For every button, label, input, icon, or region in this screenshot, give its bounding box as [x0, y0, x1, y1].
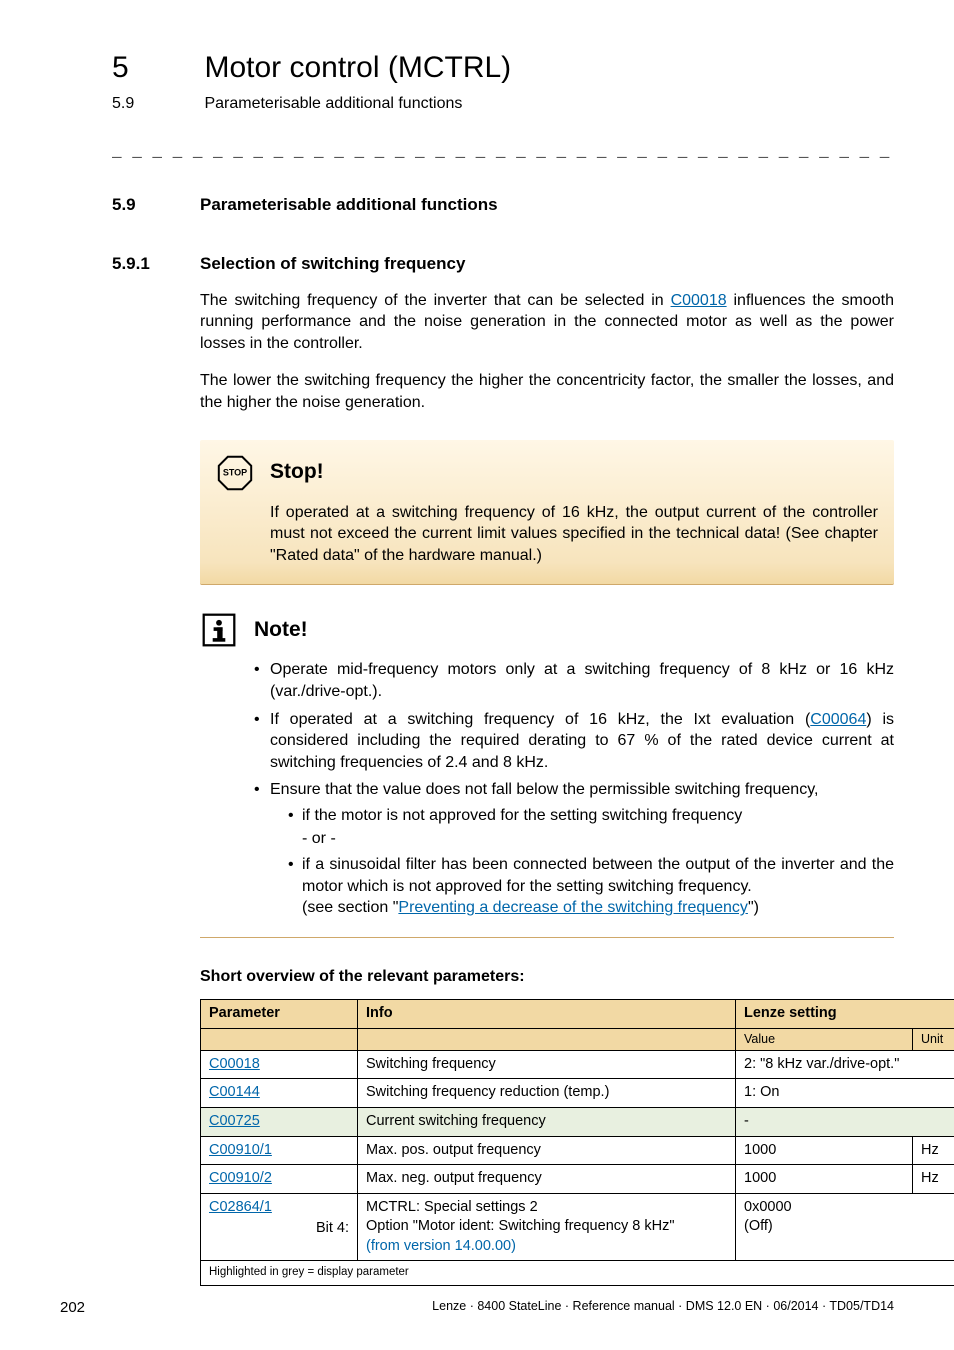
stop-title: Stop! [270, 458, 324, 486]
cell-unit: Hz [913, 1165, 954, 1194]
note-title: Note! [254, 616, 308, 644]
text-fragment: ") [748, 899, 759, 916]
table-footnote: Highlighted in grey = display parameter [201, 1261, 954, 1286]
table-row: C00018 Switching frequency 2: "8 kHz var… [201, 1050, 954, 1079]
list-item: Ensure that the value does not fall belo… [254, 779, 894, 919]
table-row: C00144 Switching frequency reduction (te… [201, 1079, 954, 1108]
list-item: if the motor is not approved for the set… [288, 805, 894, 850]
cell-value: 1000 [736, 1136, 913, 1165]
or-separator: - or - [302, 828, 894, 850]
col-info: Info [358, 1000, 736, 1029]
bit-label: Bit 4: [209, 1219, 349, 1239]
cell-value: 1: On [736, 1079, 954, 1108]
text-fragment: Option "Motor ident: Switching frequency… [366, 1218, 675, 1234]
text-fragment: MCTRL: Special settings 2 [366, 1199, 538, 1215]
cell-info: MCTRL: Special settings 2 Option "Motor … [358, 1193, 736, 1261]
param-link[interactable]: C00910/1 [209, 1142, 272, 1158]
table-row: C00910/1 Max. pos. output frequency 1000… [201, 1136, 954, 1165]
paragraph-2: The lower the switching frequency the hi… [200, 370, 894, 413]
stop-callout: STOP Stop! If operated at a switching fr… [200, 440, 894, 586]
heading-5-9-1: 5.9.1 Selection of switching frequency [112, 253, 894, 276]
col-value: Value [736, 1029, 913, 1051]
text-fragment: (see section " [302, 899, 398, 916]
link-c00018[interactable]: C00018 [671, 292, 727, 309]
page-footer: 202 Lenze · 8400 StateLine · Reference m… [60, 1298, 894, 1318]
cell-value: 1000 [736, 1165, 913, 1194]
table-row: C00725 Current switching frequency - [201, 1108, 954, 1137]
cell-info: Switching frequency reduction (temp.) [358, 1079, 736, 1108]
info-icon [200, 611, 238, 649]
table-caption: Short overview of the relevant parameter… [200, 966, 894, 988]
table-row: C02864/1 Bit 4: MCTRL: Special settings … [201, 1193, 954, 1261]
cell-info: Current switching frequency [358, 1108, 736, 1137]
list-item: if a sinusoidal filter has been connecte… [288, 854, 894, 919]
cell-info: Switching frequency [358, 1050, 736, 1079]
text-fragment: The switching frequency of the inverter … [200, 292, 671, 309]
link-preventing-decrease[interactable]: Preventing a decrease of the switching f… [398, 899, 748, 916]
text-fragment: (Off) [744, 1218, 773, 1234]
section-title: Parameterisable additional functions [204, 95, 462, 112]
stop-icon: STOP [216, 454, 254, 492]
table-footnote-row: Highlighted in grey = display parameter [201, 1261, 954, 1286]
col-unit: Unit [913, 1029, 954, 1051]
cell-unit: Hz [913, 1136, 954, 1165]
text-fragment: If operated at a switching frequency of … [270, 711, 810, 728]
heading-text: Selection of switching frequency [200, 253, 465, 276]
footer-text: Lenze · 8400 StateLine · Reference manua… [432, 1298, 894, 1318]
table-header-row: Parameter Info Lenze setting [201, 1000, 954, 1029]
col-lenze: Lenze setting [736, 1000, 954, 1029]
text-fragment: if a sinusoidal filter has been connecte… [302, 856, 894, 895]
note-callout: Note! Operate mid-frequency motors only … [200, 611, 894, 938]
list-item: If operated at a switching frequency of … [254, 709, 894, 774]
param-link[interactable]: C00725 [209, 1113, 260, 1129]
list-item: Operate mid-frequency motors only at a s… [254, 659, 894, 702]
chapter-header: 5 Motor control (MCTRL) [112, 48, 894, 89]
cell-info: Max. neg. output frequency [358, 1165, 736, 1194]
text-fragment: (from version 14.00.00) [366, 1238, 516, 1254]
callout-header: STOP Stop! [216, 454, 878, 492]
svg-text:STOP: STOP [223, 467, 247, 477]
chapter-number: 5 [112, 48, 200, 89]
parameter-table: Parameter Info Lenze setting Value Unit … [200, 999, 954, 1285]
param-link[interactable]: C00144 [209, 1084, 260, 1100]
table-subheader-row: Value Unit [201, 1029, 954, 1051]
page-number: 202 [60, 1298, 85, 1318]
paragraph-1: The switching frequency of the inverter … [200, 290, 894, 355]
text-fragment: 0x0000 [744, 1199, 792, 1215]
text-fragment: Ensure that the value does not fall belo… [270, 781, 818, 798]
callout-header: Note! [200, 611, 894, 649]
link-c00064[interactable]: C00064 [810, 711, 866, 728]
col-parameter: Parameter [201, 1000, 358, 1029]
cell-info: Max. pos. output frequency [358, 1136, 736, 1165]
cell-value: - [736, 1108, 954, 1137]
param-link[interactable]: C00910/2 [209, 1170, 272, 1186]
heading-number: 5.9.1 [112, 253, 200, 276]
section-number: 5.9 [112, 93, 200, 115]
chapter-title: Motor control (MCTRL) [204, 51, 511, 84]
heading-text: Parameterisable additional functions [200, 194, 498, 217]
text-fragment: if the motor is not approved for the set… [302, 807, 742, 824]
heading-5-9: 5.9 Parameterisable additional functions [112, 194, 894, 217]
table-row: C00910/2 Max. neg. output frequency 1000… [201, 1165, 954, 1194]
param-link[interactable]: C00018 [209, 1056, 260, 1072]
stop-body: If operated at a switching frequency of … [270, 502, 878, 567]
param-link[interactable]: C02864/1 [209, 1199, 272, 1215]
note-bullets: Operate mid-frequency motors only at a s… [254, 659, 894, 919]
cell-value: 2: "8 kHz var./drive-opt." [736, 1050, 954, 1079]
separator-line: _ _ _ _ _ _ _ _ _ _ _ _ _ _ _ _ _ _ _ _ … [112, 142, 894, 164]
heading-number: 5.9 [112, 194, 200, 217]
section-header: 5.9 Parameterisable additional functions [112, 93, 894, 115]
cell-value: 0x0000 (Off) [736, 1193, 954, 1261]
